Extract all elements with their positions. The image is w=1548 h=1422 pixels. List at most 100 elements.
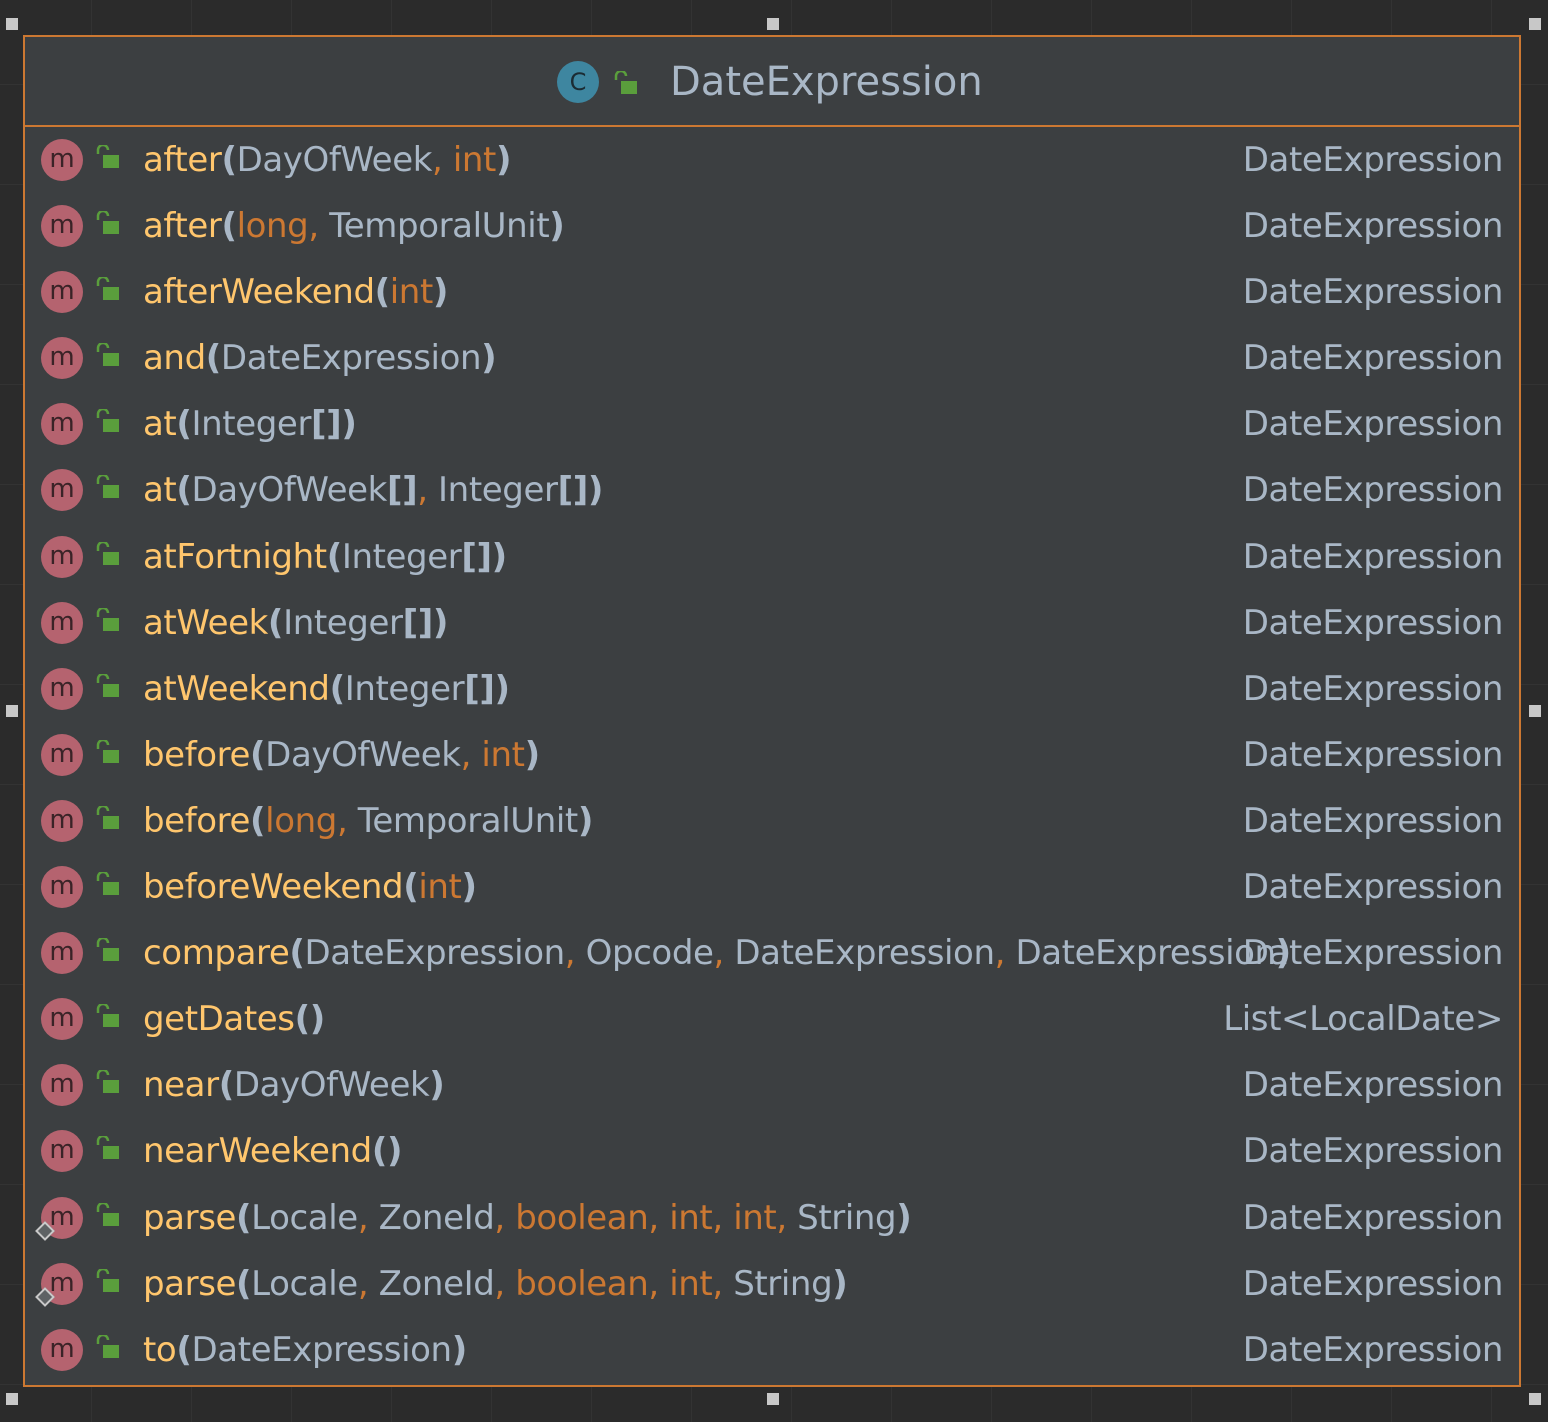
method-row[interactable]: m at(Integer[]) DateExpression xyxy=(25,391,1519,457)
method-icon: m xyxy=(41,337,83,380)
method-icon-letter: m xyxy=(49,871,75,902)
method-row[interactable]: m after(DayOfWeek, int) DateExpression xyxy=(25,127,1519,193)
param-type: String xyxy=(733,1263,833,1304)
param-separator: , xyxy=(494,1197,516,1238)
method-icon: m xyxy=(41,205,83,248)
method-name: compare xyxy=(143,933,290,974)
public-lock-icon xyxy=(95,1268,121,1293)
array-brackets: [] xyxy=(557,470,589,511)
param-type: TemporalUnit xyxy=(357,800,578,841)
resize-handle-middle-left[interactable] xyxy=(6,705,18,717)
method-signature: at(Integer[]) xyxy=(143,401,357,447)
public-lock-icon xyxy=(95,541,121,566)
close-paren: ) xyxy=(587,470,604,511)
method-row[interactable]: m compare(DateExpression, Opcode, DateExp… xyxy=(25,920,1519,986)
public-lock-icon xyxy=(95,343,121,367)
method-icon-letter: m xyxy=(49,342,75,373)
method-row[interactable]: m nearWeekend() DateExpression xyxy=(25,1118,1519,1184)
close-paren: ) xyxy=(832,1263,848,1304)
resize-handle-bottom-left[interactable] xyxy=(6,1393,18,1405)
return-type: DateExpression xyxy=(1242,140,1504,180)
method-name: to xyxy=(143,1329,177,1370)
method-row[interactable]: m before(long, TemporalUnit) DateExpressio… xyxy=(25,788,1519,854)
open-paren: ( xyxy=(371,1131,388,1172)
class-icon: C xyxy=(557,61,599,103)
method-row[interactable]: m to(DateExpression) DateExpression xyxy=(25,1317,1519,1383)
method-row[interactable]: m after(long, TemporalUnit) DateExpression xyxy=(25,193,1519,259)
open-paren: ( xyxy=(403,867,419,908)
open-paren: ( xyxy=(294,999,311,1040)
method-name: near xyxy=(143,1065,219,1106)
method-row[interactable]: m atWeek(Integer[]) DateExpression xyxy=(25,590,1519,656)
param-separator: , xyxy=(712,1197,734,1238)
close-paren: ) xyxy=(429,1065,445,1106)
method-icon: m xyxy=(41,799,83,842)
return-type: DateExpression xyxy=(1242,1197,1504,1238)
public-lock-icon xyxy=(95,872,121,896)
method-name: at xyxy=(143,404,177,445)
method-row[interactable]: m before(DayOfWeek, int) DateExpression xyxy=(25,722,1519,788)
param-type: int xyxy=(389,272,434,313)
class-node[interactable]: C DateExpression m after(DayOfWeek, int) D… xyxy=(23,35,1521,1387)
resize-handle-bottom-center[interactable] xyxy=(767,1393,779,1405)
open-paren: ( xyxy=(176,404,192,445)
close-paren: ) xyxy=(341,404,357,445)
param-separator: , xyxy=(336,800,358,841)
resize-handle-top-right[interactable] xyxy=(1529,18,1541,30)
method-name: beforeWeekend xyxy=(143,867,404,908)
resize-handle-middle-right[interactable] xyxy=(1529,705,1541,717)
method-icon: m xyxy=(41,932,83,975)
return-type: DateExpression xyxy=(1242,1131,1504,1172)
method-row[interactable]: m afterWeekend(int) DateExpression xyxy=(25,259,1519,325)
method-icon-letter: m xyxy=(49,540,75,571)
method-signature: to(DateExpression) xyxy=(143,1327,467,1373)
param-type: DateExpression xyxy=(191,1329,452,1370)
method-row[interactable]: m at(DayOfWeek[], Integer[]) DateExpressio… xyxy=(25,457,1519,523)
param-type: boolean xyxy=(515,1263,649,1304)
open-paren: ( xyxy=(329,668,346,709)
close-paren: ) xyxy=(481,338,497,379)
method-row[interactable]: m and(DateExpression) DateExpression xyxy=(25,325,1519,391)
method-icon-letter: m xyxy=(49,1333,75,1364)
public-lock-icon xyxy=(613,71,639,95)
param-type: Integer xyxy=(341,536,462,577)
close-paren: ) xyxy=(461,867,478,908)
method-name: atWeek xyxy=(143,602,268,643)
method-row[interactable]: m parse(Locale, ZoneId, boolean, int, int… xyxy=(25,1185,1519,1251)
param-separator: , xyxy=(432,140,453,180)
public-lock-icon xyxy=(95,1004,121,1028)
close-paren: ) xyxy=(309,999,326,1040)
return-type: DateExpression xyxy=(1242,1065,1504,1106)
method-row[interactable]: m atWeekend(Integer[]) DateExpression xyxy=(25,656,1519,722)
close-paren: ) xyxy=(495,140,512,180)
param-type: DayOfWeek xyxy=(233,1065,430,1106)
param-type: int xyxy=(669,1263,713,1304)
method-row[interactable]: m near(DayOfWeek) DateExpression xyxy=(25,1052,1519,1118)
param-type: DateExpression xyxy=(734,933,995,974)
resize-handle-top-left[interactable] xyxy=(6,18,18,30)
array-brackets: [] xyxy=(402,602,434,643)
method-row[interactable]: m getDates() List<LocalDate> xyxy=(25,986,1519,1052)
public-lock-icon xyxy=(95,1334,121,1359)
param-type: int xyxy=(669,1197,713,1238)
method-signature: before(long, TemporalUnit) xyxy=(143,798,593,844)
param-separator: , xyxy=(648,1263,670,1304)
resize-handle-bottom-right[interactable] xyxy=(1529,1393,1541,1405)
method-name: after xyxy=(143,206,222,247)
method-name: getDates xyxy=(143,999,295,1040)
method-icon-letter: m xyxy=(49,738,75,769)
open-paren: ( xyxy=(218,1065,235,1106)
return-type: DateExpression xyxy=(1242,404,1504,445)
param-type: long xyxy=(236,206,309,247)
method-row[interactable]: m beforeWeekend(int) DateExpression xyxy=(25,854,1519,920)
method-row[interactable]: m atFortnight(Integer[]) DateExpression xyxy=(25,524,1519,590)
array-brackets: [] xyxy=(311,404,342,445)
method-row[interactable]: m parse(Locale, ZoneId, boolean, int, Str… xyxy=(25,1251,1519,1317)
return-type: DateExpression xyxy=(1242,800,1504,841)
param-type: Opcode xyxy=(585,933,714,974)
close-paren: ) xyxy=(491,536,508,577)
open-paren: ( xyxy=(374,272,391,313)
method-name: before xyxy=(143,734,251,775)
open-paren: ( xyxy=(326,536,343,577)
resize-handle-top-center[interactable] xyxy=(767,18,779,30)
